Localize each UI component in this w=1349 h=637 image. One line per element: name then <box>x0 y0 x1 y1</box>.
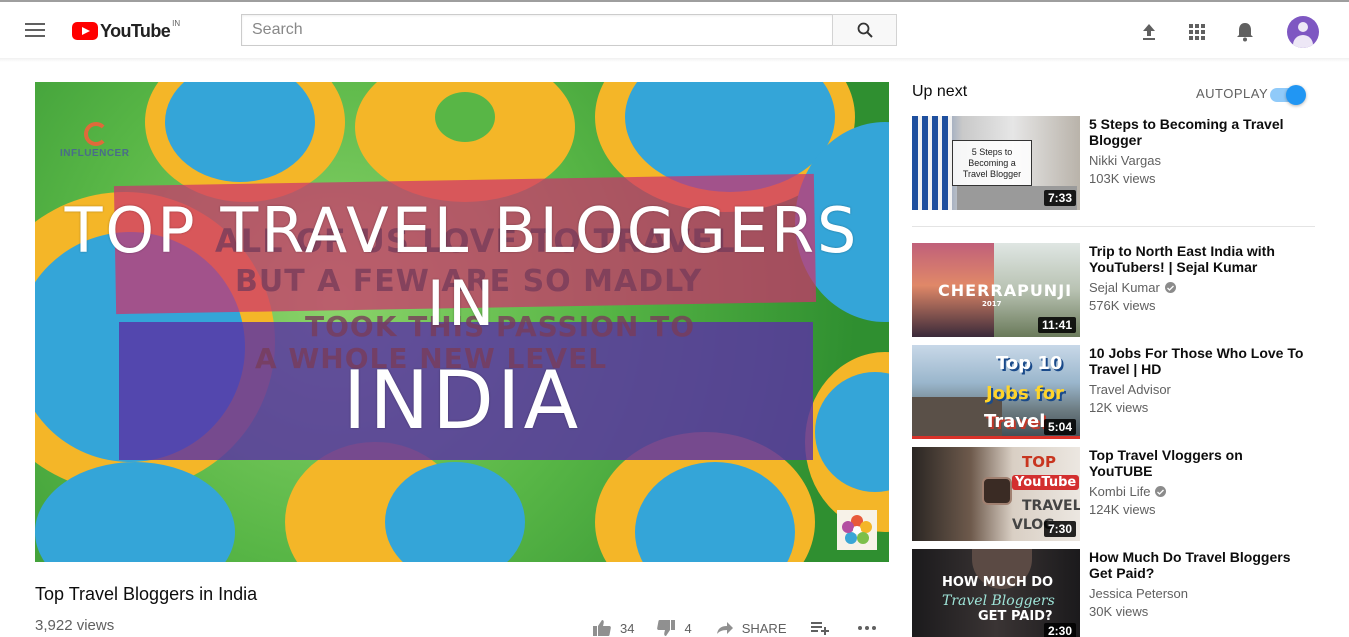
thumbnail-caption-2: Travel Bloggers <box>942 593 1055 609</box>
share-label: SHARE <box>741 620 787 636</box>
like-count: 34 <box>620 620 635 636</box>
header-shadow <box>0 58 1349 62</box>
hamburger-menu-icon[interactable] <box>22 19 48 43</box>
thumbnail-caption: CHERRAPUNJI <box>938 281 1073 300</box>
youtube-play-icon <box>72 22 98 40</box>
thumbnail-caption-1: HOW MUCH DO <box>942 575 1054 590</box>
video-title: Top Travel Bloggers in India <box>35 584 258 604</box>
recommendation-views: 103K views <box>1089 171 1156 186</box>
recommendation-title[interactable]: 10 Jobs For Those Who Love To Travel | H… <box>1089 345 1309 377</box>
apps-grid-icon[interactable] <box>1185 20 1209 44</box>
dislike-count: 4 <box>684 620 692 636</box>
duration-badge: 11:41 <box>1037 317 1076 333</box>
thumbnail-title-line1: TOP TRAVEL BLOGGERS IN <box>64 194 860 340</box>
duration-badge: 2:30 <box>1043 623 1076 637</box>
recommendation-item[interactable]: CHERRAPUNJI 2017 11:41 Trip to North Eas… <box>912 243 1315 337</box>
influencer-watermark: INFLUENCER <box>60 122 129 159</box>
playlist-add-icon <box>810 622 829 635</box>
recommendation-thumbnail[interactable]: Top 10 Jobs for Travel 5:04 <box>912 345 1080 439</box>
duration-badge: 7:33 <box>1043 190 1076 206</box>
masthead: YouTube IN Search <box>0 2 1349 58</box>
thumbs-down-icon <box>657 620 676 636</box>
youtube-logo[interactable]: YouTube IN <box>72 18 180 44</box>
recommendation-title[interactable]: Top Travel Vloggers on YouTUBE <box>1089 447 1309 479</box>
recommendation-channel: Jessica Peterson <box>1089 586 1188 601</box>
upload-icon[interactable] <box>1137 20 1161 44</box>
channel-flower-logo-icon <box>837 510 877 550</box>
recommendation-views: 124K views <box>1089 502 1156 517</box>
verified-check-icon <box>1155 486 1167 497</box>
search-input[interactable]: Search <box>241 14 833 46</box>
add-to-playlist-button[interactable] <box>810 621 829 635</box>
recommendation-channel: Sejal Kumar <box>1089 280 1176 295</box>
search-button[interactable] <box>832 14 897 46</box>
recommendation-item[interactable]: TOP YouTube TRAVEL VLOG 7:30 Top Travel … <box>912 447 1315 541</box>
recommendation-item[interactable]: 5 Steps to Becoming a Travel Blogger 7:3… <box>912 116 1315 210</box>
thumbnail-caption-1: Top 10 <box>996 353 1063 374</box>
recommendation-title[interactable]: 5 Steps to Becoming a Travel Blogger <box>1089 116 1309 148</box>
recommendation-thumbnail[interactable]: TOP YouTube TRAVEL VLOG 7:30 <box>912 447 1080 541</box>
thumbnail-caption-3: TRAVEL <box>1022 498 1080 514</box>
avatar-icon[interactable] <box>1287 16 1319 48</box>
dislike-button[interactable]: 4 <box>656 619 692 637</box>
recommendation-views: 576K views <box>1089 298 1156 313</box>
influencer-logo-icon <box>84 122 108 146</box>
camera-graphic <box>982 477 1012 505</box>
recommendation-thumbnail[interactable]: HOW MUCH DO Travel Bloggers GET PAID? 2:… <box>912 549 1080 637</box>
recommendation-channel: Nikki Vargas <box>1089 153 1162 168</box>
more-actions-button[interactable] <box>857 625 877 631</box>
thumbnail-caption-3: GET PAID? <box>978 609 1053 624</box>
recommendation-item[interactable]: HOW MUCH DO Travel Bloggers GET PAID? 2:… <box>912 549 1315 637</box>
thumbnail-title-line2: INDIA <box>342 354 582 447</box>
thumbnail-subcaption: 2017 <box>982 300 1002 308</box>
recommendation-views: 12K views <box>1089 400 1149 415</box>
thumbnail-caption: 5 Steps to Becoming a Travel Blogger <box>952 140 1032 186</box>
thumbs-up-icon <box>593 620 611 636</box>
recommendation-views: 30K views <box>1089 604 1149 619</box>
logo-region: IN <box>172 18 181 28</box>
bell-icon[interactable] <box>1233 20 1257 44</box>
recommendation-channel: Travel Advisor <box>1089 382 1171 397</box>
recommendation-channel: Kombi Life <box>1089 484 1167 499</box>
thumbnail-caption-2: Jobs for <box>986 383 1065 404</box>
recommendation-title[interactable]: How Much Do Travel Bloggers Get Paid? <box>1089 549 1309 581</box>
up-next-heading: Up next <box>912 83 968 100</box>
recommendation-thumbnail[interactable]: CHERRAPUNJI 2017 11:41 <box>912 243 1080 337</box>
verified-check-icon <box>1164 282 1176 293</box>
view-count: 3,922 views <box>35 617 115 634</box>
magnifier-icon <box>857 22 873 38</box>
recommendation-item[interactable]: Top 10 Jobs for Travel 5:04 10 Jobs For … <box>912 345 1315 439</box>
thumbnail-caption-2: YouTube <box>1012 475 1080 490</box>
autoplay-label: AUTOPLAY <box>1196 86 1269 101</box>
thumbnail-caption-1: TOP <box>1022 453 1056 471</box>
more-horizontal-icon <box>857 626 876 630</box>
logo-text: YouTube <box>100 20 171 41</box>
autoplay-toggle[interactable] <box>1270 85 1306 105</box>
duration-badge: 7:30 <box>1043 521 1076 537</box>
duration-badge: 5:04 <box>1043 419 1076 435</box>
video-player[interactable]: ALL OF US LOVE TO TRAVEL BUT A FEW ARE S… <box>35 82 889 562</box>
thumbnail-caption-3: Travel <box>984 411 1046 432</box>
video-actions: 34 4 SHARE <box>592 618 877 637</box>
recommendation-thumbnail[interactable]: 5 Steps to Becoming a Travel Blogger 7:3… <box>912 116 1080 210</box>
share-button[interactable]: SHARE <box>716 621 787 636</box>
like-button[interactable]: 34 <box>592 619 634 637</box>
section-divider <box>912 226 1315 227</box>
share-arrow-icon <box>716 622 733 634</box>
recommendation-title[interactable]: Trip to North East India with YouTubers!… <box>1089 243 1309 275</box>
